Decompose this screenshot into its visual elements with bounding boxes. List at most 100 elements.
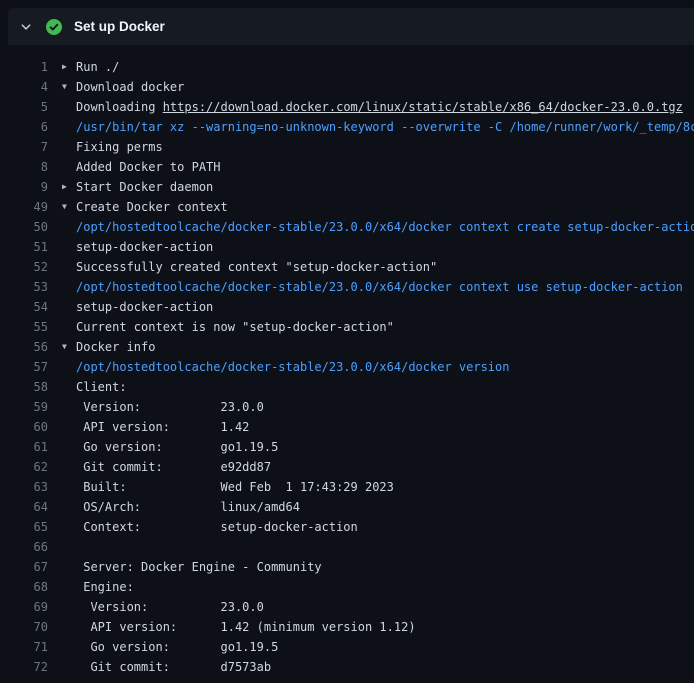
log-text: /usr/bin/tar xz --warning=no-unknown-key…	[76, 117, 694, 137]
log-text: Docker info	[76, 337, 155, 357]
line-number[interactable]: 58	[0, 377, 48, 397]
log-group-line[interactable]: 9▶Start Docker daemon	[0, 177, 694, 197]
log-command-text: /usr/bin/tar xz --warning=no-unknown-key…	[76, 120, 694, 134]
line-number[interactable]: 56	[0, 337, 48, 357]
log-plain-text: Go version: go1.19.5	[76, 640, 278, 654]
toggle-spacer	[62, 237, 76, 257]
line-number[interactable]: 71	[0, 637, 48, 657]
log-text: Go version: go1.19.5	[76, 637, 278, 657]
line-number[interactable]: 69	[0, 597, 48, 617]
line-number[interactable]: 8	[0, 157, 48, 177]
line-number[interactable]: 59	[0, 397, 48, 417]
line-number[interactable]: 62	[0, 457, 48, 477]
log-text: Git commit: d7573ab	[76, 657, 271, 677]
line-number[interactable]: 66	[0, 537, 48, 557]
log-line: 58 Client:	[0, 377, 694, 397]
log-line: 7 Fixing perms	[0, 137, 694, 157]
log-group-line[interactable]: 56 ▼Docker info	[0, 337, 694, 357]
toggle-spacer	[62, 217, 76, 237]
line-number[interactable]: 60	[0, 417, 48, 437]
log-text: Server: Docker Engine - Community	[76, 557, 322, 577]
toggle-spacer	[62, 597, 76, 617]
line-number[interactable]: 1	[0, 57, 48, 77]
log-plain-text: setup-docker-action	[76, 240, 213, 254]
log-line: 62 Git commit: e92dd87	[0, 457, 694, 477]
line-number[interactable]: 9	[0, 177, 48, 197]
log-line: 5 Downloading https://download.docker.com…	[0, 97, 694, 117]
log-line: 63 Built: Wed Feb 1 17:43:29 2023	[0, 477, 694, 497]
log-text: API version: 1.42 (minimum version 1.12)	[76, 617, 416, 637]
log-line: 52 Successfully created context "setup-do…	[0, 257, 694, 277]
line-number[interactable]: 4	[0, 77, 48, 97]
log-plain-text: Fixing perms	[76, 140, 163, 154]
log-line: 72 Git commit: d7573ab	[0, 657, 694, 677]
log-text: Create Docker context	[76, 197, 228, 217]
log-link[interactable]: https://download.docker.com/linux/static…	[163, 100, 683, 114]
collapse-group-icon[interactable]: ▼	[62, 77, 76, 97]
log-group-line[interactable]: 1 ▶Run ./	[0, 57, 694, 77]
line-number[interactable]: 50	[0, 217, 48, 237]
line-number[interactable]: 5	[0, 97, 48, 117]
step-title: Set up Docker	[74, 19, 165, 34]
line-number[interactable]: 72	[0, 657, 48, 677]
log-plain-text: Git commit: e92dd87	[76, 460, 271, 474]
line-number[interactable]: 49	[0, 197, 48, 217]
log-text: Successfully created context "setup-dock…	[76, 257, 437, 277]
line-number[interactable]: 70	[0, 617, 48, 637]
log-plain-text: Built: Wed Feb 1 17:43:29 2023	[76, 480, 394, 494]
log-text: Run ./	[76, 57, 119, 77]
toggle-spacer	[62, 97, 76, 117]
log-text: Version: 23.0.0	[76, 397, 264, 417]
line-number[interactable]: 55	[0, 317, 48, 337]
log-plain-text: setup-docker-action	[76, 300, 213, 314]
log-text: Download docker	[76, 77, 184, 97]
log-plain-text: Go version: go1.19.5	[76, 440, 278, 454]
line-number[interactable]: 51	[0, 237, 48, 257]
log-line: 8 Added Docker to PATH	[0, 157, 694, 177]
expand-group-icon[interactable]: ▶	[62, 57, 76, 77]
line-number[interactable]: 7	[0, 137, 48, 157]
line-number[interactable]: 65	[0, 517, 48, 537]
log-text: setup-docker-action	[76, 297, 213, 317]
line-number[interactable]: 6	[0, 117, 48, 137]
collapse-group-icon[interactable]: ▼	[62, 337, 76, 357]
expand-group-icon[interactable]: ▶	[62, 177, 76, 197]
log-command-text: /opt/hostedtoolcache/docker-stable/23.0.…	[76, 220, 694, 234]
log-line: 54 setup-docker-action	[0, 297, 694, 317]
line-number[interactable]: 67	[0, 557, 48, 577]
line-number[interactable]: 64	[0, 497, 48, 517]
line-number[interactable]: 68	[0, 577, 48, 597]
line-number[interactable]: 54	[0, 297, 48, 317]
collapse-group-icon[interactable]: ▼	[62, 197, 76, 217]
log-text: Downloading https://download.docker.com/…	[76, 97, 683, 117]
log-plain-text: Downloading	[76, 100, 163, 114]
log-plain-text: Context: setup-docker-action	[76, 520, 358, 534]
log-plain-text: Current context is now "setup-docker-act…	[76, 320, 394, 334]
log-text: Engine:	[76, 577, 134, 597]
line-number[interactable]: 53	[0, 277, 48, 297]
toggle-spacer	[62, 377, 76, 397]
log-text: Built: Wed Feb 1 17:43:29 2023	[76, 477, 394, 497]
line-number[interactable]: 63	[0, 477, 48, 497]
log-line: 60 API version: 1.42	[0, 417, 694, 437]
log-plain-text: Added Docker to PATH	[76, 160, 221, 174]
line-number[interactable]: 61	[0, 437, 48, 457]
log-line: 69 Version: 23.0.0	[0, 597, 694, 617]
toggle-spacer	[62, 537, 76, 557]
log-line: 57/opt/hostedtoolcache/docker-stable/23.…	[0, 357, 694, 377]
line-number[interactable]: 52	[0, 257, 48, 277]
log-text: setup-docker-action	[76, 237, 213, 257]
toggle-spacer	[62, 617, 76, 637]
log-command-text: /opt/hostedtoolcache/docker-stable/23.0.…	[76, 360, 509, 374]
log-line: 53/opt/hostedtoolcache/docker-stable/23.…	[0, 277, 694, 297]
log-text: Client:	[76, 377, 127, 397]
log-group-line[interactable]: 49 ▼Create Docker context	[0, 197, 694, 217]
step-header[interactable]: Set up Docker	[8, 8, 694, 45]
line-number[interactable]: 57	[0, 357, 48, 377]
log-group-line[interactable]: 4 ▼Download docker	[0, 77, 694, 97]
toggle-spacer	[62, 277, 76, 297]
toggle-spacer	[62, 397, 76, 417]
log-plain-text: Server: Docker Engine - Community	[76, 560, 322, 574]
log-plain-text: API version: 1.42 (minimum version 1.12)	[76, 620, 416, 634]
toggle-spacer	[62, 497, 76, 517]
